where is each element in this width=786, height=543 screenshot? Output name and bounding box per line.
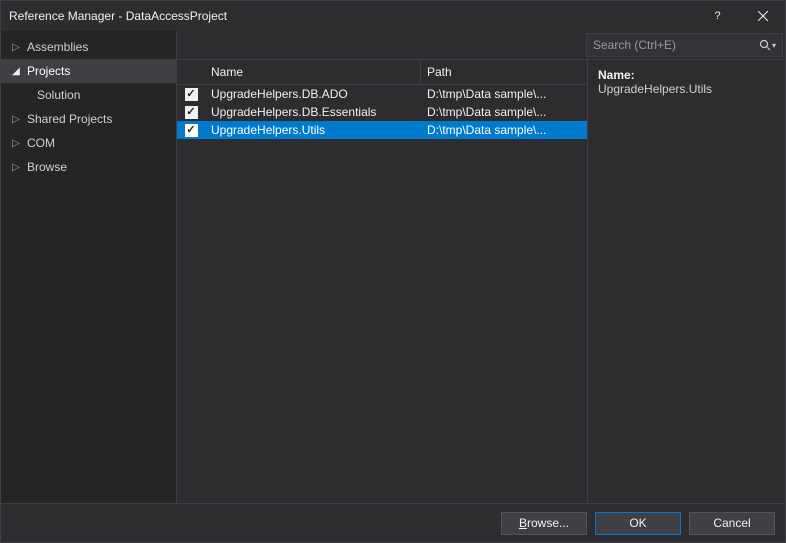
checkbox[interactable]: ✓ <box>185 88 198 101</box>
sidebar-item-label: COM <box>27 136 55 150</box>
sidebar-item-label: Browse <box>27 160 67 174</box>
topbar: Search (Ctrl+E) ▾ <box>177 31 785 60</box>
row-name: UpgradeHelpers.DB.Essentials <box>205 105 421 119</box>
body: ▷ Assemblies ◢ Projects Solution ▷ Share… <box>1 31 785 503</box>
browse-button[interactable]: Browse... <box>501 512 587 535</box>
row-name: UpgradeHelpers.DB.ADO <box>205 87 421 101</box>
sidebar-item-assemblies[interactable]: ▷ Assemblies <box>1 35 176 59</box>
search-icon[interactable]: ▾ <box>759 39 776 51</box>
checkbox[interactable]: ✓ <box>185 106 198 119</box>
close-icon <box>758 11 768 21</box>
sidebar: ▷ Assemblies ◢ Projects Solution ▷ Share… <box>1 31 177 503</box>
sidebar-item-com[interactable]: ▷ COM <box>1 131 176 155</box>
browse-button-label: Browse... <box>519 516 569 530</box>
ok-button-label: OK <box>629 516 646 530</box>
chevron-right-icon: ▷ <box>9 162 23 173</box>
chevron-down-icon: ◢ <box>9 66 23 77</box>
cancel-button[interactable]: Cancel <box>689 512 775 535</box>
search-input[interactable]: Search (Ctrl+E) ▾ <box>586 33 783 57</box>
chevron-right-icon: ▷ <box>9 114 23 125</box>
project-row[interactable]: ✓ UpgradeHelpers.DB.Essentials D:\tmp\Da… <box>177 103 587 121</box>
titlebar: Reference Manager - DataAccessProject ? <box>1 1 785 31</box>
rows-container: ✓ UpgradeHelpers.DB.ADO D:\tmp\Data samp… <box>177 85 587 503</box>
column-name[interactable]: Name <box>205 60 421 84</box>
checkbox[interactable]: ✓ <box>185 124 198 137</box>
reference-manager-window: Reference Manager - DataAccessProject ? … <box>0 0 786 543</box>
row-path: D:\tmp\Data sample\... <box>421 123 587 137</box>
sidebar-item-shared-projects[interactable]: ▷ Shared Projects <box>1 107 176 131</box>
project-list: Name Path ✓ UpgradeHelpers.DB.ADO D:\tmp… <box>177 60 588 503</box>
sidebar-item-label: Assemblies <box>27 40 88 54</box>
project-row[interactable]: ✓ UpgradeHelpers.DB.ADO D:\tmp\Data samp… <box>177 85 587 103</box>
details-name-value: UpgradeHelpers.Utils <box>598 82 775 96</box>
row-name: UpgradeHelpers.Utils <box>205 123 421 137</box>
details-name-label: Name: <box>598 68 775 82</box>
chevron-right-icon: ▷ <box>9 42 23 53</box>
help-button[interactable]: ? <box>695 1 740 31</box>
row-path: D:\tmp\Data sample\... <box>421 87 587 101</box>
row-path: D:\tmp\Data sample\... <box>421 105 587 119</box>
ok-button[interactable]: OK <box>595 512 681 535</box>
search-placeholder: Search (Ctrl+E) <box>593 38 759 52</box>
chevron-right-icon: ▷ <box>9 138 23 149</box>
sidebar-item-browse[interactable]: ▷ Browse <box>1 155 176 179</box>
details-pane: Name: UpgradeHelpers.Utils <box>588 60 785 503</box>
footer: Browse... OK Cancel <box>1 503 785 542</box>
main-pane: Search (Ctrl+E) ▾ Name Path <box>177 31 785 503</box>
sidebar-item-projects[interactable]: ◢ Projects <box>1 59 176 83</box>
sidebar-subitem-solution[interactable]: Solution <box>1 83 176 107</box>
close-button[interactable] <box>740 1 785 31</box>
window-title: Reference Manager - DataAccessProject <box>9 9 695 23</box>
cancel-button-label: Cancel <box>713 516 750 530</box>
project-row[interactable]: ✓ UpgradeHelpers.Utils D:\tmp\Data sampl… <box>177 121 587 139</box>
column-headers: Name Path <box>177 60 587 85</box>
column-path[interactable]: Path <box>421 60 587 84</box>
sidebar-item-label: Shared Projects <box>27 112 112 126</box>
sidebar-subitem-label: Solution <box>37 88 80 102</box>
sidebar-item-label: Projects <box>27 64 70 78</box>
content-row: Name Path ✓ UpgradeHelpers.DB.ADO D:\tmp… <box>177 60 785 503</box>
